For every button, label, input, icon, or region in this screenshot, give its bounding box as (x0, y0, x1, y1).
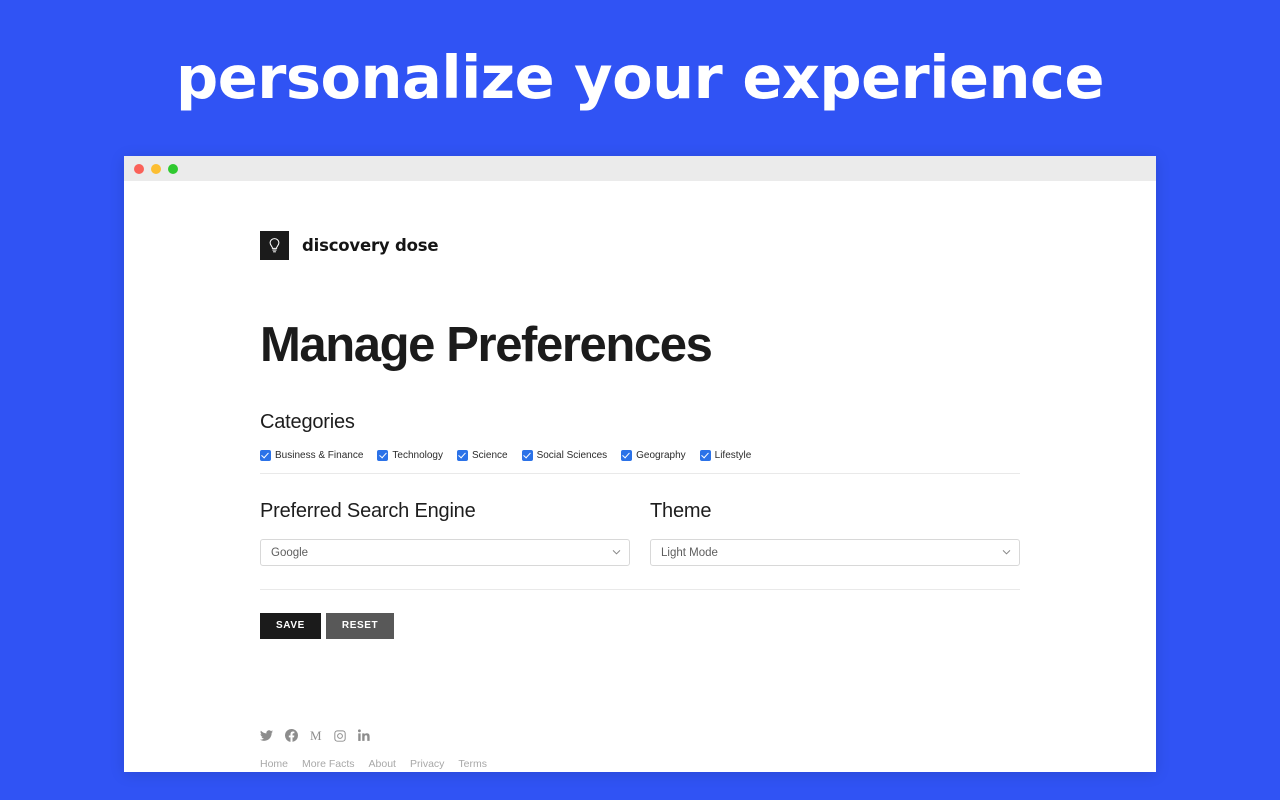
content-column: discovery dose Manage Preferences Catego… (260, 181, 1020, 639)
theme-select[interactable]: Light Mode (650, 539, 1020, 566)
checkbox-checked-icon[interactable] (456, 450, 468, 461)
linkedin-icon[interactable] (357, 729, 371, 742)
checkbox-checked-icon[interactable] (521, 450, 533, 461)
checkbox-checked-icon[interactable] (260, 450, 271, 461)
close-window-dot[interactable] (134, 163, 144, 174)
theme-field: Theme Light Mode (650, 500, 1020, 566)
facebook-icon[interactable] (285, 728, 298, 742)
save-button[interactable]: SAVE (260, 613, 321, 639)
category-label: Lifestyle (714, 450, 752, 461)
minimize-window-dot[interactable] (151, 163, 161, 174)
twitter-icon[interactable] (259, 729, 273, 742)
maximize-window-dot[interactable] (168, 163, 178, 174)
category-label: Technology (392, 450, 443, 461)
category-label: Social Sciences (536, 450, 608, 461)
lightbulb-icon (260, 231, 289, 260)
reset-button[interactable]: RESET (325, 613, 395, 639)
page-footer: M Home More Facts About Privacy Terms (259, 728, 1020, 770)
theme-value: Light Mode (661, 546, 718, 559)
search-engine-label: Preferred Search Engine (260, 500, 476, 522)
category-checkbox-geography[interactable]: Geography (621, 450, 686, 461)
theme-label: Theme (650, 500, 712, 522)
page-title: Manage Preferences (260, 318, 713, 372)
browser-window: discovery dose Manage Preferences Catego… (124, 156, 1156, 772)
preferences-fields: Preferred Search Engine Google Theme Lig… (260, 500, 1020, 566)
section-divider-bottom (260, 589, 1020, 590)
brand-name: discovery dose (302, 236, 439, 255)
categories-section: Categories Business & Finance Technology… (260, 411, 1020, 461)
checkbox-checked-icon[interactable] (621, 450, 633, 461)
category-checkbox-science[interactable]: Science (456, 450, 508, 461)
category-checkbox-social-sciences[interactable]: Social Sciences (521, 450, 608, 461)
footer-links: Home More Facts About Privacy Terms (260, 758, 1020, 770)
search-engine-select[interactable]: Google (260, 539, 630, 566)
search-engine-value: Google (271, 546, 309, 559)
category-label: Geography (636, 450, 686, 461)
category-checkbox-technology[interactable]: Technology (377, 450, 443, 461)
hero-banner: personalize your experience (0, 0, 1280, 155)
checkbox-checked-icon[interactable] (699, 450, 711, 461)
section-divider-top (260, 473, 1020, 474)
category-checkbox-lifestyle[interactable]: Lifestyle (699, 450, 752, 461)
footer-link-privacy[interactable]: Privacy (410, 758, 444, 770)
search-engine-field: Preferred Search Engine Google (260, 500, 630, 566)
footer-link-more-facts[interactable]: More Facts (302, 758, 355, 770)
category-checkbox-business-finance[interactable]: Business & Finance (260, 450, 363, 461)
social-links: M (259, 728, 1020, 742)
footer-link-terms[interactable]: Terms (458, 758, 487, 770)
form-actions: SAVE RESET (260, 613, 1020, 639)
categories-checkbox-group: Business & Finance Technology Science So… (260, 450, 1020, 461)
search-engine-select-wrapper[interactable]: Google (260, 539, 630, 566)
category-label: Science (471, 450, 508, 461)
theme-select-wrapper[interactable]: Light Mode (650, 539, 1020, 566)
instagram-icon[interactable] (333, 729, 346, 742)
brand-logo[interactable]: discovery dose (260, 181, 1020, 260)
footer-link-home[interactable]: Home (260, 758, 288, 770)
window-titlebar (124, 156, 1156, 181)
category-label: Business & Finance (275, 450, 364, 461)
footer-link-about[interactable]: About (369, 758, 396, 770)
checkbox-checked-icon[interactable] (377, 450, 389, 461)
categories-label: Categories (260, 411, 355, 433)
hero-headline: personalize your experience (176, 43, 1104, 112)
page-body: discovery dose Manage Preferences Catego… (124, 181, 1156, 772)
